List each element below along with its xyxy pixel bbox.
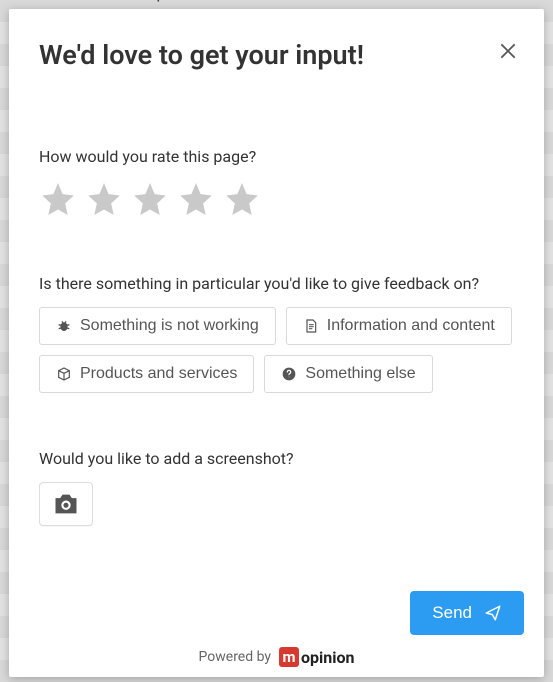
modal-header: We'd love to get your input! bbox=[9, 9, 544, 81]
modal-footer: Send bbox=[9, 579, 544, 639]
star-1[interactable] bbox=[39, 180, 77, 218]
star-icon bbox=[85, 180, 123, 218]
paper-plane-icon bbox=[484, 604, 502, 622]
star-5[interactable] bbox=[223, 180, 261, 218]
feedback-modal: We'd love to get your input! How would y… bbox=[9, 9, 544, 677]
camera-icon bbox=[52, 492, 80, 516]
mopinion-logo-initial: m bbox=[279, 647, 299, 667]
add-screenshot-button[interactable] bbox=[39, 482, 93, 526]
rating-question-block: How would you rate this page? bbox=[39, 147, 514, 218]
close-icon bbox=[498, 41, 518, 61]
star-icon bbox=[39, 180, 77, 218]
send-button-label: Send bbox=[432, 603, 472, 623]
category-something-else[interactable]: Something else bbox=[264, 355, 432, 393]
category-products-services[interactable]: Products and services bbox=[39, 355, 254, 393]
category-question-block: Is there something in particular you'd l… bbox=[39, 274, 514, 393]
star-icon bbox=[223, 180, 261, 218]
star-rating bbox=[39, 180, 514, 218]
star-2[interactable] bbox=[85, 180, 123, 218]
category-question-label: Is there something in particular you'd l… bbox=[39, 274, 514, 293]
document-icon bbox=[303, 318, 319, 334]
screenshot-question-label: Would you like to add a screenshot? bbox=[39, 449, 514, 468]
close-button[interactable] bbox=[494, 37, 522, 65]
category-options: Something is not working Information and… bbox=[39, 307, 514, 393]
mopinion-logo-text: opinion bbox=[301, 648, 354, 667]
category-label: Information and content bbox=[327, 318, 495, 334]
question-icon bbox=[281, 366, 297, 382]
star-icon bbox=[177, 180, 215, 218]
modal-body: How would you rate this page? bbox=[9, 81, 544, 579]
modal-title: We'd love to get your input! bbox=[39, 39, 514, 71]
category-information-content[interactable]: Information and content bbox=[286, 307, 512, 345]
category-label: Something is not working bbox=[80, 318, 259, 334]
rating-question-label: How would you rate this page? bbox=[39, 147, 514, 166]
star-icon bbox=[131, 180, 169, 218]
mopinion-logo[interactable]: m opinion bbox=[279, 647, 354, 667]
bug-icon bbox=[56, 318, 72, 334]
powered-by: Powered by m opinion bbox=[9, 639, 544, 677]
powered-by-prefix: Powered by bbox=[199, 649, 272, 665]
category-label: Something else bbox=[305, 366, 415, 382]
send-button[interactable]: Send bbox=[410, 591, 524, 635]
box-icon bbox=[56, 366, 72, 382]
category-label: Products and services bbox=[80, 366, 237, 382]
category-not-working[interactable]: Something is not working bbox=[39, 307, 276, 345]
screenshot-question-block: Would you like to add a screenshot? bbox=[39, 449, 514, 526]
address-bar: ourwebsite.com/example bbox=[0, 0, 553, 6]
star-3[interactable] bbox=[131, 180, 169, 218]
star-4[interactable] bbox=[177, 180, 215, 218]
